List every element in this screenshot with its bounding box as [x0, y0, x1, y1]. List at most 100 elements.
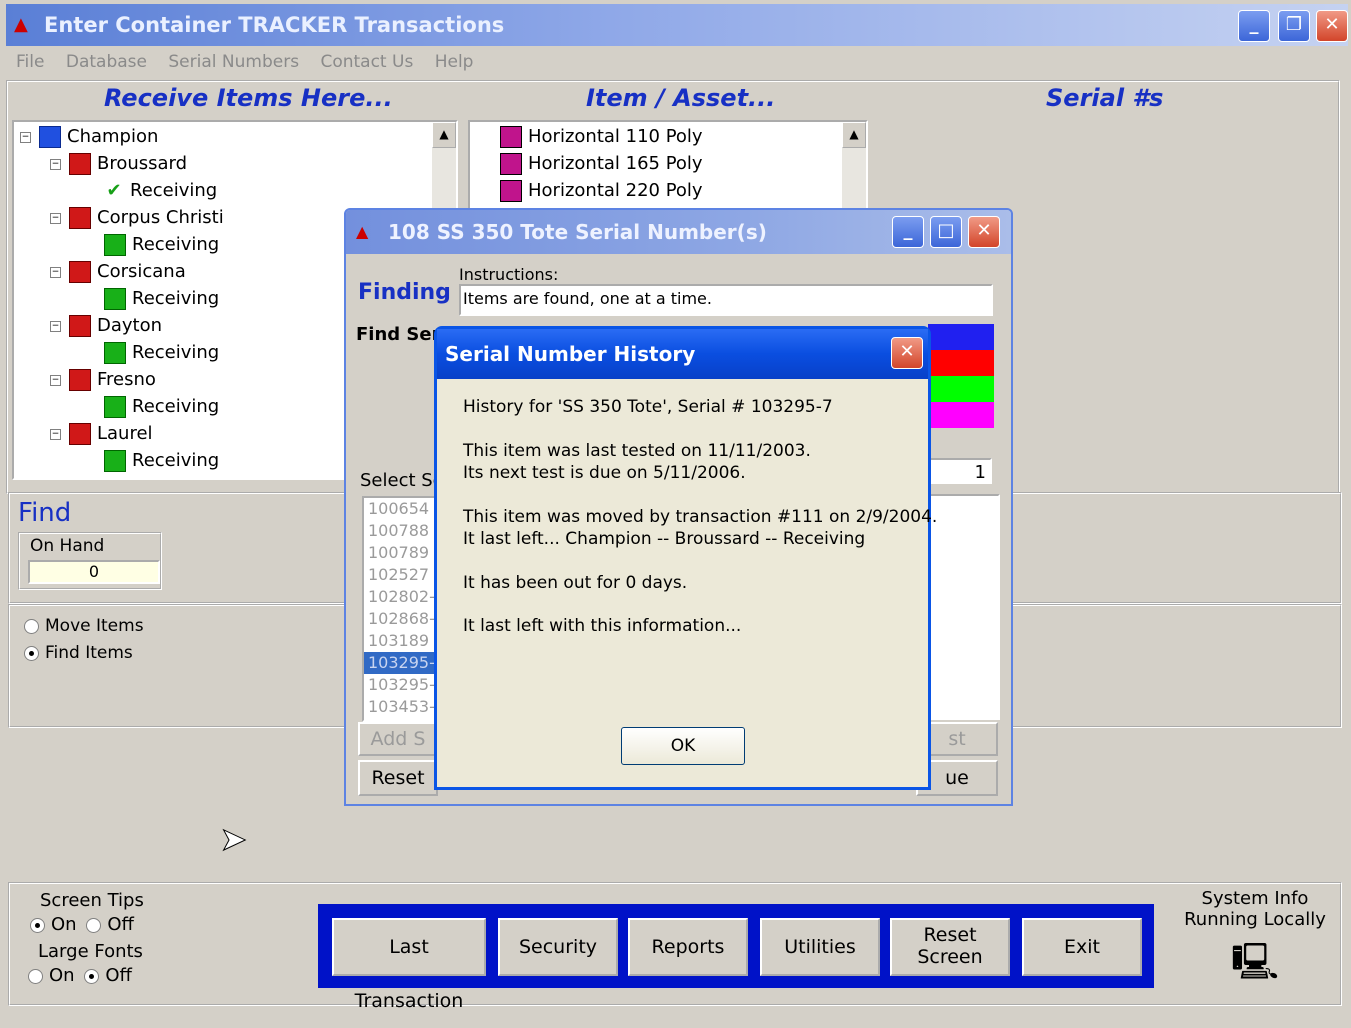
maximize-button[interactable]: □: [930, 216, 962, 248]
security-button[interactable]: Security: [498, 918, 618, 976]
off-label: Off: [107, 914, 134, 935]
tree-receiving[interactable]: Receiving: [104, 232, 219, 258]
tree-root[interactable]: − Champion: [20, 124, 158, 150]
color-legend: [928, 324, 994, 428]
history-line: It last left... Champion -- Broussard --…: [463, 529, 866, 549]
app-icon: ▲: [14, 14, 28, 35]
move-items-label: Move Items: [45, 616, 144, 636]
menu-file[interactable]: File: [16, 52, 44, 72]
item-row[interactable]: Horizontal 165 Poly: [500, 151, 703, 177]
history-line: It last left with this information...: [463, 616, 742, 636]
close-button[interactable]: ✕: [968, 216, 1000, 248]
window-title: Enter Container TRACKER Transactions: [44, 13, 505, 37]
tree-location[interactable]: − Corpus Christi: [50, 205, 224, 231]
minimize-button[interactable]: _: [892, 216, 924, 248]
receiving-label: Receiving: [132, 342, 220, 363]
radio-move[interactable]: [24, 618, 39, 634]
large-fonts-off-radio[interactable]: [84, 968, 100, 984]
scroll-up-icon[interactable]: ▲: [842, 122, 866, 148]
add-serial-button[interactable]: Add S: [358, 722, 438, 756]
tree-location[interactable]: − Laurel: [50, 421, 153, 447]
item-label: Horizontal 165 Poly: [528, 153, 703, 174]
location-label: Corsicana: [97, 261, 186, 282]
location-label: Fresno: [97, 369, 156, 390]
item-label: Horizontal 110 Poly: [528, 126, 703, 147]
menu-contact-us[interactable]: Contact Us: [320, 52, 413, 72]
item-scrollbar[interactable]: ▲: [842, 122, 866, 212]
tree-receiving[interactable]: Receiving: [104, 340, 219, 366]
serial-list-item[interactable]: 102802-: [364, 586, 440, 608]
receive-header: Receive Items Here...: [104, 84, 393, 112]
mode-label: Finding: [358, 280, 451, 305]
close-button[interactable]: ✕: [1316, 10, 1348, 42]
serial-list-item[interactable]: 102868-: [364, 608, 440, 630]
color-swatch-green: [928, 376, 994, 402]
serial-list-item[interactable]: 103295-: [364, 674, 440, 696]
on-hand-value: 0: [28, 560, 160, 584]
tree-location[interactable]: − Broussard: [50, 151, 187, 177]
screen-tips-off-radio[interactable]: [86, 917, 102, 933]
screen-tips-on-radio[interactable]: [30, 917, 45, 933]
find-items-option[interactable]: Find Items: [24, 643, 133, 663]
tree-location[interactable]: − Fresno: [50, 367, 156, 393]
exit-button[interactable]: Exit: [1022, 918, 1142, 976]
menu-serial-numbers[interactable]: Serial Numbers: [168, 52, 299, 72]
item-row[interactable]: Horizontal 220 Poly: [500, 178, 703, 204]
large-fonts-on-radio[interactable]: [28, 968, 43, 984]
on-label: On: [49, 965, 75, 986]
receiving-icon: [104, 342, 126, 364]
history-title: Serial Number History: [445, 342, 696, 366]
serial-list-item[interactable]: 103295-: [364, 652, 440, 674]
utilities-button[interactable]: Utilities: [760, 918, 880, 976]
tree-receiving[interactable]: Receiving: [104, 448, 219, 474]
receiving-icon: [104, 396, 126, 418]
app-icon: ▲: [356, 222, 369, 241]
serial-window-title: 108 SS 350 Tote Serial Number(s): [388, 220, 767, 244]
item-row[interactable]: Horizontal 110 Poly: [500, 124, 703, 150]
serial-list-item[interactable]: 100654: [364, 498, 440, 520]
reset-screen-button[interactable]: Reset Screen: [890, 918, 1010, 976]
minimize-button[interactable]: _: [1238, 10, 1270, 42]
network-icon: [39, 126, 61, 148]
ok-button[interactable]: OK: [621, 727, 745, 765]
serial-list-item[interactable]: 103453-: [364, 696, 440, 718]
serial-list-item[interactable]: 103189: [364, 630, 440, 652]
item-icon: [500, 153, 522, 175]
serial-list-item[interactable]: 102527: [364, 564, 440, 586]
close-button[interactable]: ✕: [891, 337, 923, 369]
receiving-label: Receiving: [132, 234, 220, 255]
receiving-label: Receiving: [130, 180, 218, 201]
serial-detail-panel: [928, 494, 1000, 720]
off-label: Off: [105, 965, 132, 986]
serial-window-title-bar: ▲ 108 SS 350 Tote Serial Number(s) _ □ ✕: [346, 210, 1011, 254]
menu-database[interactable]: Database: [66, 52, 147, 72]
history-title-bar: Serial Number History ✕: [437, 329, 928, 379]
last-transaction-button[interactable]: Last Transaction: [332, 918, 486, 1012]
serial-list-item[interactable]: 100788: [364, 520, 440, 542]
on-hand-box: On Hand 0: [18, 532, 162, 590]
tree-receiving[interactable]: Receiving: [104, 394, 219, 420]
serial-list-item[interactable]: 100789: [364, 542, 440, 564]
tree-location[interactable]: − Corsicana: [50, 259, 186, 285]
item-icon: [500, 126, 522, 148]
scroll-up-icon[interactable]: ▲: [432, 122, 456, 148]
reset-button[interactable]: Reset: [358, 760, 438, 796]
restore-button[interactable]: ❐: [1278, 10, 1310, 42]
receiving-icon: [104, 450, 126, 472]
tree-receiving[interactable]: Receiving: [104, 286, 219, 312]
building-icon: [69, 315, 91, 337]
radio-find[interactable]: [24, 645, 39, 661]
receiving-label: Receiving: [132, 396, 220, 417]
tree-receiving[interactable]: ✔ Receiving: [104, 178, 217, 204]
receiving-label: Receiving: [132, 288, 220, 309]
move-items-option[interactable]: Move Items: [24, 616, 144, 636]
color-swatch-magenta: [928, 402, 994, 428]
history-line: History for 'SS 350 Tote', Serial # 1032…: [463, 397, 833, 417]
menu-help[interactable]: Help: [435, 52, 474, 72]
history-line: This item was moved by transaction #111 …: [463, 507, 938, 527]
tree-location[interactable]: − Dayton: [50, 313, 162, 339]
running-status: Running Locally: [1184, 909, 1326, 930]
reports-button[interactable]: Reports: [628, 918, 748, 976]
serial-list[interactable]: 100654 100788 100789 102527 102802- 102868- 10…: [362, 496, 442, 722]
item-list[interactable]: Horizontal 110 Poly Horizontal 165 Poly …: [468, 120, 868, 214]
